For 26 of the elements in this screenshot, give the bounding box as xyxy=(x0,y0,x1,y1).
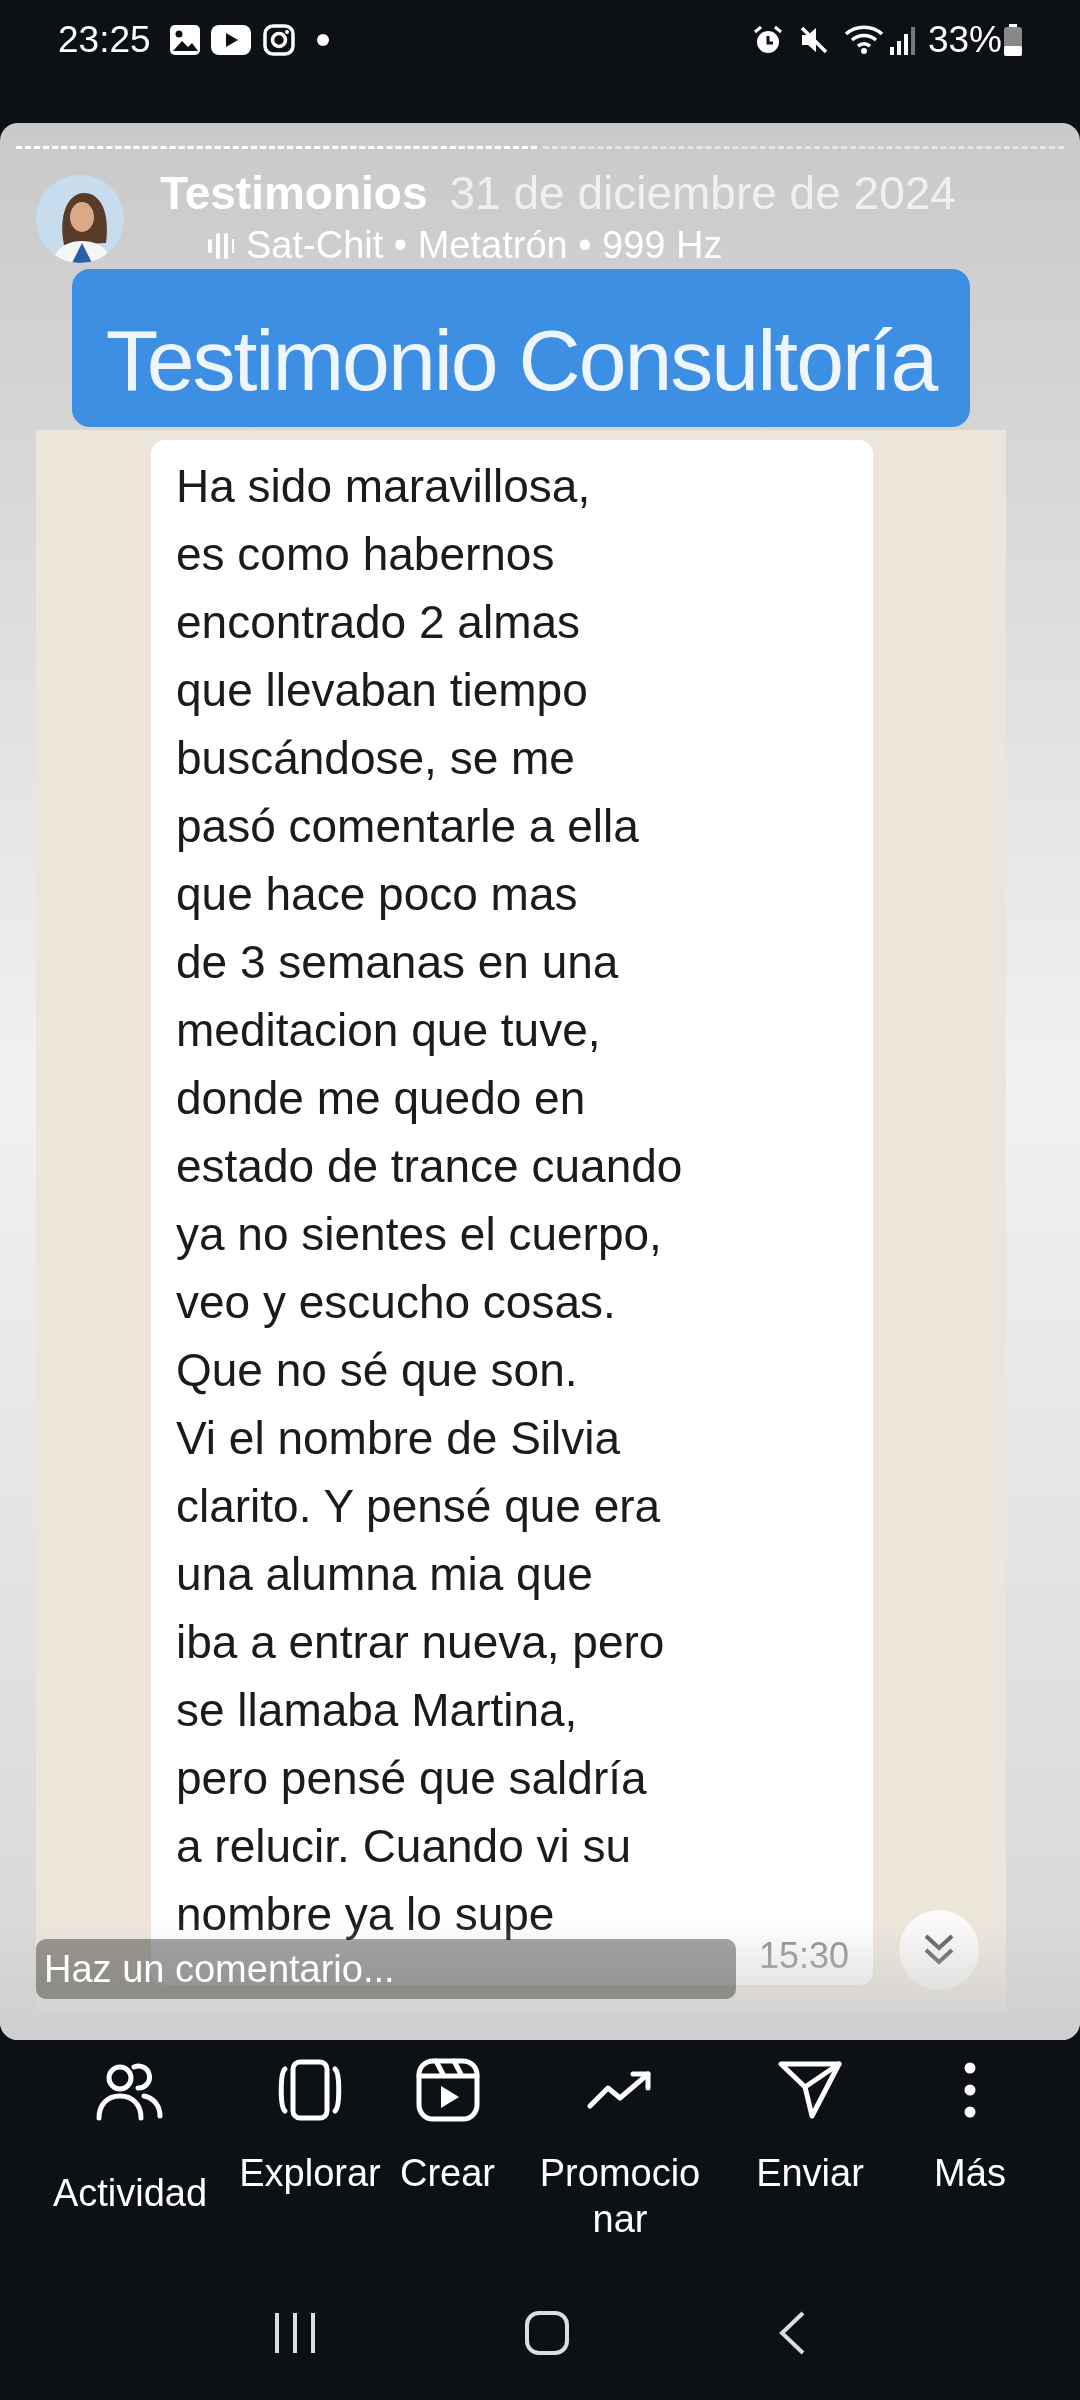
alarm-icon xyxy=(751,24,784,56)
music-bars-icon xyxy=(208,230,234,261)
video-play-icon xyxy=(415,2058,480,2122)
camera-icon xyxy=(262,24,295,56)
message-time: 15:30 xyxy=(758,1934,849,1978)
send-icon xyxy=(778,2060,842,2120)
action-button[interactable]: Crear xyxy=(390,2050,505,2285)
clock: 23:25 xyxy=(58,18,151,63)
video-icon xyxy=(210,25,251,55)
dot-icon xyxy=(316,34,329,46)
action-button[interactable]: Actividad xyxy=(30,2050,230,2285)
recent-apps-icon[interactable] xyxy=(273,2310,318,2355)
banner-title: Testimonio Consultoría xyxy=(105,310,937,410)
home-icon[interactable] xyxy=(524,2309,570,2356)
action-button[interactable]: Promocio nar xyxy=(505,2050,735,2285)
battery-percent: 33% xyxy=(927,18,1002,63)
battery-icon xyxy=(1004,24,1022,56)
gallery-icon xyxy=(168,24,201,56)
signal-icon xyxy=(889,25,916,55)
more-icon xyxy=(964,2062,976,2118)
wifi-icon xyxy=(843,24,884,56)
action-button[interactable]: Explorar xyxy=(230,2050,390,2285)
action-button[interactable]: Más xyxy=(885,2050,1055,2285)
trend-up-icon xyxy=(587,2070,653,2110)
action-button[interactable]: Enviar xyxy=(735,2050,885,2285)
message-text: Ha sido maravillosa, es como habernos encontrado 2 almas que llevaban tiempo buscándose, se me pasó comentarle a ella que hace poco mas de 3 semanas en una meditacion que tuve, donde me quedo en estado de trance cuando ya no sientes el cuerpo, veo y escucho cosas. Que no sé que son. Vi el nombre de Silvia clarito. Y pensé que era una alumna mia que iba a entrar nueva, pero se llamaba Martina, pero pensé que saldría a relucir. Cuando vi su nombre ya lo supe xyxy=(176,459,683,1942)
